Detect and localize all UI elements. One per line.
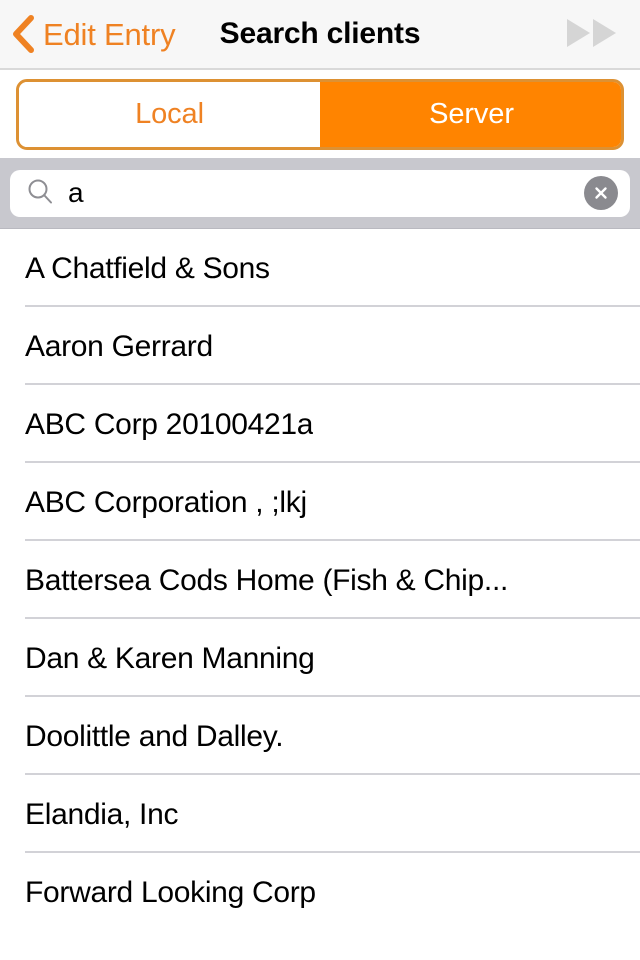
client-name: ABC Corporation , ;lkj xyxy=(25,485,307,519)
close-icon xyxy=(595,187,607,199)
search-input[interactable]: a xyxy=(10,169,630,217)
source-segmented-control[interactable]: Local Server xyxy=(16,78,624,150)
list-item[interactable]: ABC Corporation , ;lkj xyxy=(0,463,640,541)
search-clients-screen: Edit Entry Search clients Local Server a… xyxy=(0,0,640,960)
list-item[interactable]: Dan & Karen Manning xyxy=(0,619,640,697)
segment-server[interactable]: Server xyxy=(320,81,621,147)
client-results-list[interactable]: A Chatfield & Sons Aaron Gerrard ABC Cor… xyxy=(0,229,640,960)
fast-forward-icon xyxy=(566,18,618,51)
list-item[interactable]: Doolittle and Dalley. xyxy=(0,697,640,775)
client-name: ABC Corp 20100421a xyxy=(25,407,314,441)
list-item[interactable]: Elandia, Inc xyxy=(0,775,640,853)
segment-local[interactable]: Local xyxy=(19,81,320,147)
client-name: Forward Looking Corp xyxy=(25,875,316,909)
search-icon xyxy=(26,177,54,210)
list-item[interactable]: ABC Corp 20100421a xyxy=(0,385,640,463)
back-button-label: Edit Entry xyxy=(43,16,176,52)
search-input-value[interactable]: a xyxy=(68,179,584,207)
client-name: Aaron Gerrard xyxy=(25,329,213,363)
client-name: Doolittle and Dalley. xyxy=(25,719,284,753)
search-bar: a xyxy=(0,158,640,229)
list-item[interactable]: Battersea Cods Home (Fish & Chip... xyxy=(0,541,640,619)
chevron-left-icon xyxy=(12,15,34,53)
clear-search-button[interactable] xyxy=(584,176,618,210)
navigation-bar: Edit Entry Search clients xyxy=(0,0,640,70)
forward-button[interactable] xyxy=(560,0,624,68)
list-item[interactable]: A Chatfield & Sons xyxy=(0,229,640,307)
client-name: Elandia, Inc xyxy=(25,797,179,831)
client-name: A Chatfield & Sons xyxy=(25,251,270,285)
back-button[interactable]: Edit Entry xyxy=(0,0,176,68)
list-item[interactable]: Aaron Gerrard xyxy=(0,307,640,385)
client-name: Battersea Cods Home (Fish & Chip... xyxy=(25,563,509,597)
client-name: Dan & Karen Manning xyxy=(25,641,315,675)
source-toggle-container: Local Server xyxy=(0,70,640,158)
list-item[interactable]: Forward Looking Corp xyxy=(0,853,640,931)
